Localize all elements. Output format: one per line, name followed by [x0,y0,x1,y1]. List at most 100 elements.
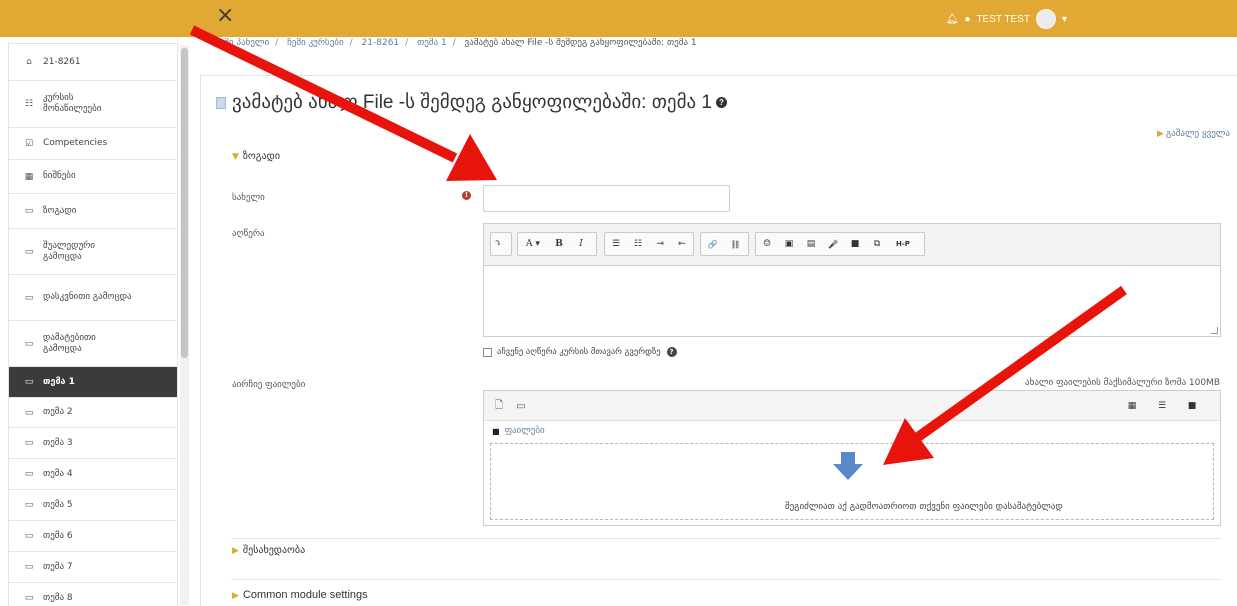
section-common-toggle[interactable]: ▶ Common module settings [232,589,368,601]
sidebar-item-participants[interactable]: ☷ კურსის მონაწილეები [9,81,177,128]
folder-icon: ■ [492,426,500,436]
outdent-icon[interactable]: ⇤ [671,233,693,255]
bell-icon[interactable]: 🔔︎ [946,14,959,25]
description-label: აღწერა [232,229,265,239]
chat-icon[interactable]: ● [964,14,970,25]
close-drawer-icon[interactable]: × [216,5,236,27]
folder-icon: ▭ [24,338,34,349]
unordered-list-icon[interactable]: ☰ [605,233,627,255]
sidebar-item-general[interactable]: ▭ ზოგადი [9,194,177,229]
file-manager: 🗋︎ ▭ ▦ ☰ ■ ■ ფაილები შეგიძლიათ აქ გადმოა… [483,390,1221,526]
folder-icon: ▭ [24,206,34,216]
table-icon: ▦ [24,171,34,182]
show-description-checkbox[interactable] [483,347,492,357]
sidebar-item-midterm[interactable]: ▭ შუალედური გამოცდა [9,229,177,275]
page-title-text: ვამატებ ახალ File -ს შემდეგ განყოფილებაშ… [232,92,712,113]
microphone-icon[interactable]: 🎤 [822,233,844,255]
sidebar-item-label: თემა 3 [43,437,73,448]
breadcrumb-item[interactable]: ჩემი კურსები [287,38,344,48]
bold-button[interactable]: B [548,233,570,255]
show-more-buttons-icon[interactable]: ⤵ [491,233,505,255]
caret-down-icon: ▼ [232,152,239,162]
image-icon[interactable]: ▣ [778,233,800,255]
sidebar-item-competencies[interactable]: ☑ Competencies [9,128,177,160]
sidebar-item-topic-1[interactable]: ▭ თემა 1 [9,367,177,398]
caret-right-icon: ▶ [232,546,239,556]
sidebar-item-label: კურსის მონაწილეები [43,93,102,114]
chevron-down-icon[interactable]: ▾ [1062,14,1067,25]
view-tree-icon[interactable]: ■ [1182,397,1202,415]
unlink-icon[interactable]: ⛓ [724,233,747,255]
avatar[interactable] [1035,9,1056,29]
name-field[interactable] [483,185,730,212]
indent-icon[interactable]: ⇥ [649,233,671,255]
folder-icon: ▭ [24,469,34,479]
emoji-icon[interactable]: ☺ [756,233,778,255]
toolbar-group-links: 🔗 ⛓ [700,232,749,256]
section-restrict-toggle[interactable]: ▶ შესახედაობა [232,545,305,556]
user-menu[interactable]: 🔔︎ ● TEST TEST ▾ [946,8,1067,30]
sidebar-item-topic-6[interactable]: ▭ თემა 6 [9,521,177,552]
sidebar-item-label: თემა 7 [43,561,73,572]
create-folder-icon[interactable]: ▭ [512,397,530,415]
sidebar-item-label: დასკვნითი გამოცდა [43,292,132,302]
sidebar-item-additional[interactable]: ▭ დამატებითი გამოცდა [9,321,177,367]
file-path-root[interactable]: ფაილები [505,426,545,436]
sidebar-item-topic-3[interactable]: ▭ თემა 3 [9,428,177,459]
sidebar-item-grades[interactable]: ▦ ნიშნები [9,160,177,194]
copy-icon[interactable]: ⧉ [866,233,888,255]
breadcrumb-item[interactable]: 21-8261 [362,38,400,48]
folder-icon: ▭ [24,292,34,303]
view-list-icon[interactable]: ☰ [1152,397,1172,415]
sidebar-item-final[interactable]: ▭ დასკვნითი გამოცდა [9,275,177,321]
sidebar-item-topic-4[interactable]: ▭ თემა 4 [9,459,177,490]
sidebar-item-topic-2[interactable]: ▭ თემა 2 [9,398,177,428]
video-icon[interactable]: ■ [844,233,866,255]
italic-button[interactable]: I [570,233,592,255]
required-icon: ! [462,191,471,200]
description-editor[interactable] [483,266,1221,337]
scrollbar-thumb[interactable] [181,48,188,358]
file-path: ■ ფაილები [492,426,545,436]
toolbar-group-style: A ▾ B I [517,232,597,256]
sidebar-item-label: თემა 5 [43,499,73,510]
help-icon[interactable]: ? [666,347,677,357]
toolbar-group-collapse: ⤵ [490,232,512,256]
breadcrumb-item[interactable]: თემა 1 [417,38,447,48]
main-card [200,75,1237,606]
folder-icon: ▭ [24,531,34,541]
max-size-note: ახალი ფაილების მაქსიმალური ზომა 100MB [1025,378,1220,388]
sidebar-item-course[interactable]: ⌂ 21-8261 [9,44,177,81]
h5p-icon[interactable]: H-P [888,233,918,255]
course-nav-drawer: ⌂ 21-8261 ☷ კურსის მონაწილეები ☑ Competenci… [8,43,178,606]
name-label: სახელი [232,193,265,203]
sidebar-item-label: თემა 2 [43,407,73,417]
sidebar-item-topic-5[interactable]: ▭ თემა 5 [9,490,177,521]
drop-arrow-icon [833,452,863,480]
expand-all-link[interactable]: ▶ გაშალე ყველა [1157,129,1230,139]
user-name[interactable]: TEST TEST [976,14,1030,25]
editor-toolbar: ⤵ A ▾ B I ☰ ☷ ⇥ ⇤ 🔗 ⛓ ☺ ▣ ▤ 🎤 ■ ⧉ H-P [483,223,1221,266]
sidebar-item-label: დამატებითი გამოცდა [43,332,96,354]
sidebar-item-topic-7[interactable]: ▭ თემა 7 [9,552,177,583]
folder-icon: ▭ [24,246,34,257]
show-description-label: აჩვენე აღწერა კურსის მთავარ გვერდზე [497,347,661,357]
folder-icon: ▭ [24,593,34,603]
sidebar-item-label: თემა 6 [43,530,73,541]
file-drop-zone[interactable]: შეგიძლიათ აქ გადმოათრიოთ თქვენი ფაილები … [490,443,1214,520]
help-icon[interactable]: ? [716,97,727,108]
section-divider [231,579,1221,580]
section-general-title: ზოგადი [242,151,281,162]
sidebar-scrollbar[interactable] [180,45,189,605]
breadcrumb-item[interactable]: ჩემი პანელი [215,38,269,48]
folder-icon: ▭ [24,438,34,448]
section-general-toggle[interactable]: ▼ ზოგადი [232,151,280,162]
sidebar-item-topic-8[interactable]: ▭ თემა 8 [9,583,177,606]
resize-handle[interactable] [1211,327,1218,334]
paragraph-style-button[interactable]: A ▾ [518,233,548,255]
media-icon[interactable]: ▤ [800,233,822,255]
view-icons-icon[interactable]: ▦ [1122,397,1142,415]
ordered-list-icon[interactable]: ☷ [627,233,649,255]
add-file-icon[interactable]: 🗋︎ [490,397,508,415]
link-icon[interactable]: 🔗 [701,233,724,255]
